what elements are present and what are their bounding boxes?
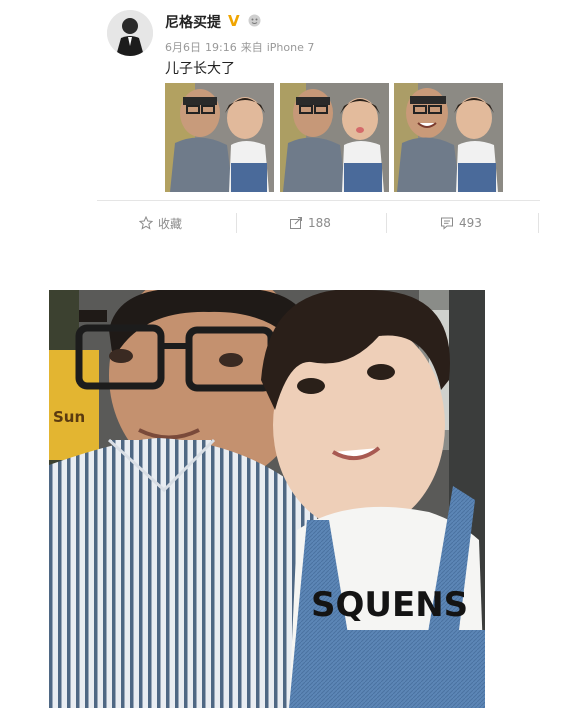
post-meta: 6月6日 19:16 来自 iPhone 7 <box>165 39 318 55</box>
action-divider <box>538 213 539 233</box>
post-thumbnail[interactable] <box>165 83 274 192</box>
source-prefix: 来自 <box>240 41 263 54</box>
favorite-label: 收藏 <box>158 216 183 231</box>
sign-text: Sun <box>53 408 85 426</box>
star-icon <box>139 216 153 230</box>
featured-photo: Sun SQUENS <box>49 290 485 708</box>
comment-count: 493 <box>459 216 482 230</box>
username[interactable]: 尼格买提 <box>165 12 221 32</box>
post-date: 6月6日 <box>165 41 201 54</box>
comment-icon <box>441 217 453 230</box>
weibo-post: 尼格买提 V 6月6日 19:16 来自 iPhone 7 儿子长大了 收藏 1… <box>0 0 587 250</box>
repost-button[interactable]: 188 <box>289 213 331 233</box>
repost-icon <box>290 217 302 229</box>
shirt-text: SQUENS <box>311 585 468 625</box>
repost-count: 188 <box>308 216 331 230</box>
verified-badge: V <box>228 12 240 30</box>
level-icon <box>248 14 261 27</box>
father-son-selfie-image: Sun SQUENS <box>49 290 485 708</box>
action-divider <box>386 213 387 233</box>
post-action-bar: 收藏 188 493 <box>97 200 540 243</box>
avatar[interactable] <box>107 10 153 56</box>
comment-button[interactable]: 493 <box>440 213 482 233</box>
action-divider <box>236 213 237 233</box>
post-thumbnail[interactable] <box>280 83 389 192</box>
post-time: 19:16 <box>205 41 237 54</box>
avatar-image <box>107 10 153 56</box>
post-thumbnail[interactable] <box>394 83 503 192</box>
post-source[interactable]: iPhone 7 <box>267 41 315 54</box>
favorite-button[interactable]: 收藏 <box>139 213 182 233</box>
post-text: 儿子长大了 <box>165 61 235 77</box>
